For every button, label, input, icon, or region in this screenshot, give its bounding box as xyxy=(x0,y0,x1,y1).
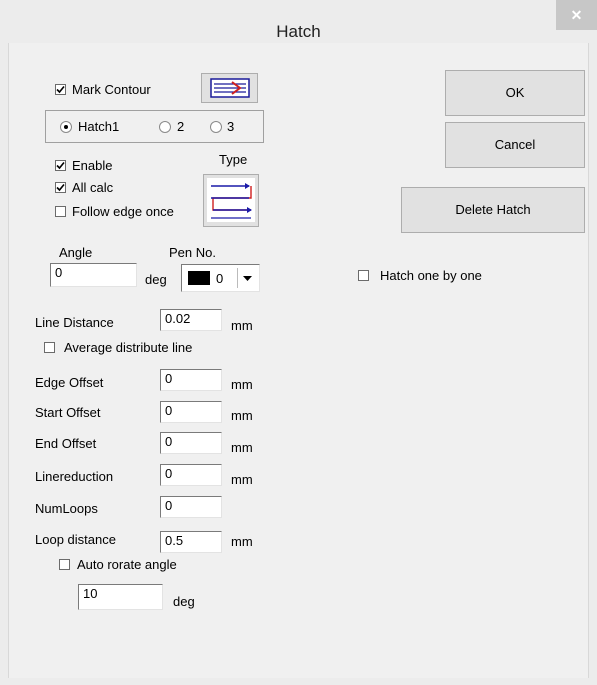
mark-contour-label: Mark Contour xyxy=(72,82,151,97)
enable-label: Enable xyxy=(72,158,113,173)
hatch2-radio[interactable] xyxy=(159,121,171,133)
hatch3-radio[interactable] xyxy=(210,121,222,133)
window-frame-left xyxy=(0,43,8,685)
pen-label: Pen No. xyxy=(169,245,216,260)
mark-contour-checkbox[interactable] xyxy=(55,84,66,95)
type-label: Type xyxy=(219,152,248,167)
hatch-one-by-one-label: Hatch one by one xyxy=(380,268,482,283)
loop-distance-input[interactable]: 0.5 xyxy=(160,531,222,553)
chevron-down-icon[interactable] xyxy=(237,268,257,288)
delete-hatch-button[interactable]: Delete Hatch xyxy=(401,187,585,233)
auto-rotate-unit: deg xyxy=(173,594,195,609)
hatch1-radio[interactable] xyxy=(60,121,72,133)
ok-button[interactable]: OK xyxy=(445,70,585,116)
follow-edge-checkbox[interactable] xyxy=(55,206,66,217)
end-offset-label: End Offset xyxy=(35,436,97,451)
numloops-input[interactable]: 0 xyxy=(160,496,222,518)
close-icon: ✕ xyxy=(570,7,583,23)
start-offset-unit: mm xyxy=(231,408,253,423)
hatch-type-icon xyxy=(207,178,255,222)
hatch1-label: Hatch1 xyxy=(78,119,120,134)
line-distance-unit: mm xyxy=(231,318,253,333)
line-distance-label: Line Distance xyxy=(35,315,114,330)
checkmark-icon xyxy=(56,85,65,94)
angle-input[interactable]: 0 xyxy=(50,263,137,287)
hatch-one-by-one-checkbox[interactable] xyxy=(358,270,369,281)
loop-distance-label: Loop distance xyxy=(35,532,116,547)
start-offset-input[interactable]: 0 xyxy=(160,401,222,423)
linereduction-label: Linereduction xyxy=(35,469,114,484)
angle-label: Angle xyxy=(59,245,93,260)
angle-unit: deg xyxy=(145,272,167,287)
follow-edge-label: Follow edge once xyxy=(72,204,174,219)
edge-offset-label: Edge Offset xyxy=(35,375,104,390)
edge-offset-unit: mm xyxy=(231,377,253,392)
loop-distance-unit: mm xyxy=(231,534,253,549)
hatch2-label: 2 xyxy=(177,119,185,134)
linereduction-input[interactable]: 0 xyxy=(160,464,222,486)
enable-checkbox[interactable] xyxy=(55,160,66,171)
edge-offset-input[interactable]: 0 xyxy=(160,369,222,391)
auto-rotate-label: Auto rorate angle xyxy=(77,557,177,572)
start-offset-label: Start Offset xyxy=(35,405,101,420)
auto-rotate-angle-input[interactable]: 10 xyxy=(78,584,163,610)
auto-rotate-checkbox[interactable] xyxy=(59,559,70,570)
all-calc-checkbox[interactable] xyxy=(55,182,66,193)
close-button[interactable]: ✕ xyxy=(556,0,597,30)
window-frame-bottom xyxy=(0,678,597,685)
hatch3-label: 3 xyxy=(227,119,235,134)
line-distance-input[interactable]: 0.02 xyxy=(160,309,222,331)
hatch-type-button[interactable] xyxy=(203,174,259,227)
contour-settings-button[interactable] xyxy=(201,73,258,103)
cancel-button[interactable]: Cancel xyxy=(445,122,585,168)
contour-hatch-icon xyxy=(210,78,250,98)
window-title: Hatch xyxy=(276,22,321,41)
numloops-label: NumLoops xyxy=(35,501,98,516)
pen-select[interactable]: 0 xyxy=(181,264,260,292)
checkmark-icon xyxy=(56,161,65,170)
all-calc-label: All calc xyxy=(72,180,114,195)
end-offset-input[interactable]: 0 xyxy=(160,432,222,454)
checkmark-icon xyxy=(56,183,65,192)
average-distribute-checkbox[interactable] xyxy=(44,342,55,353)
linereduction-unit: mm xyxy=(231,472,253,487)
end-offset-unit: mm xyxy=(231,440,253,455)
pen-value: 0 xyxy=(216,271,224,286)
pen-color-swatch xyxy=(188,271,210,285)
average-distribute-label: Average distribute line xyxy=(64,340,193,355)
window-frame-right xyxy=(589,43,597,685)
